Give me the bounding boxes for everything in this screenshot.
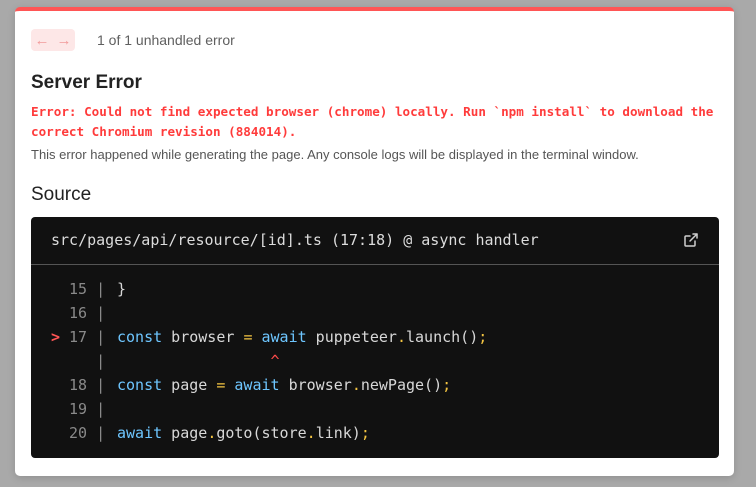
code-token: } bbox=[117, 280, 127, 298]
error-line-marker bbox=[31, 349, 69, 373]
error-caret: ^ bbox=[117, 352, 280, 370]
code-token: await bbox=[117, 424, 163, 442]
code-token: await bbox=[234, 376, 280, 394]
external-link-icon[interactable] bbox=[683, 232, 699, 248]
arrow-right-icon: → bbox=[56, 31, 72, 49]
code-text: await page.goto(store.link); bbox=[117, 421, 370, 445]
code-token: . bbox=[207, 424, 217, 442]
code-token: browser bbox=[279, 376, 352, 394]
code-token: launch() bbox=[406, 328, 479, 346]
code-token: ; bbox=[442, 376, 452, 394]
error-line-marker: > bbox=[51, 328, 61, 346]
code-token: page bbox=[162, 376, 217, 394]
code-line: 20 | await page.goto(store.link); bbox=[31, 421, 719, 445]
code-line: >17 | const browser = await puppeteer.lau… bbox=[31, 325, 719, 349]
code-text: const page = await browser.newPage(); bbox=[117, 373, 451, 397]
code-token: goto(store bbox=[216, 424, 307, 442]
code-token: . bbox=[396, 328, 406, 346]
code-line: | ^ bbox=[31, 349, 719, 373]
next-error-button[interactable]: → bbox=[53, 29, 75, 51]
code-text: ^ bbox=[117, 349, 280, 373]
code-frame-header: src/pages/api/resource/[id].ts (17:18) @… bbox=[31, 217, 719, 265]
code-text: const browser = await puppeteer.launch()… bbox=[117, 325, 487, 349]
error-navigation: ← → 1 of 1 unhandled error bbox=[31, 29, 235, 51]
code-lines: 15 |} 16 | >17 | const browser = await pupp… bbox=[31, 277, 719, 445]
code-line: 18 | const page = await browser.newPage()… bbox=[31, 373, 719, 397]
code-token: page bbox=[162, 424, 208, 442]
code-token: . bbox=[306, 424, 316, 442]
line-number: 15 | bbox=[69, 280, 106, 298]
code-token: await bbox=[261, 328, 307, 346]
line-number: 17 | bbox=[69, 328, 106, 346]
error-message: Error: Could not find expected browser (… bbox=[31, 104, 721, 139]
code-frame: src/pages/api/resource/[id].ts (17:18) @… bbox=[31, 217, 719, 458]
code-line: 16 | bbox=[31, 301, 719, 325]
file-location: src/pages/api/resource/[id].ts (17:18) @… bbox=[51, 231, 539, 249]
error-line-marker bbox=[31, 373, 69, 397]
source-heading: Source bbox=[31, 184, 92, 205]
line-number: 18 | bbox=[69, 376, 106, 394]
code-token: newPage() bbox=[360, 376, 443, 394]
error-line-marker bbox=[31, 397, 69, 421]
arrow-left-icon: ← bbox=[34, 31, 50, 49]
page-title: Server Error bbox=[31, 72, 142, 93]
error-line-marker bbox=[31, 277, 69, 301]
code-token: puppeteer bbox=[306, 328, 397, 346]
code-text: } bbox=[117, 277, 126, 301]
error-dialog: ← → 1 of 1 unhandled error Server Error … bbox=[15, 7, 734, 476]
error-line-marker bbox=[31, 421, 69, 445]
code-line: 19 | bbox=[31, 397, 719, 421]
previous-error-button[interactable]: ← bbox=[31, 29, 53, 51]
line-number: 20 | bbox=[69, 424, 106, 442]
line-number: 19 | bbox=[69, 400, 106, 418]
code-token: ; bbox=[360, 424, 370, 442]
code-token: ; bbox=[478, 328, 488, 346]
line-number: 16 | bbox=[69, 304, 106, 322]
code-token: link) bbox=[315, 424, 361, 442]
code-token: . bbox=[351, 376, 361, 394]
code-line: 15 |} bbox=[31, 277, 719, 301]
error-line-marker bbox=[31, 301, 69, 325]
code-token: const bbox=[117, 376, 163, 394]
line-number: | bbox=[69, 352, 106, 370]
error-hint: This error happened while generating the… bbox=[31, 147, 639, 162]
code-token: browser bbox=[162, 328, 244, 346]
code-token: const bbox=[117, 328, 163, 346]
error-count-label: 1 of 1 unhandled error bbox=[97, 32, 235, 48]
